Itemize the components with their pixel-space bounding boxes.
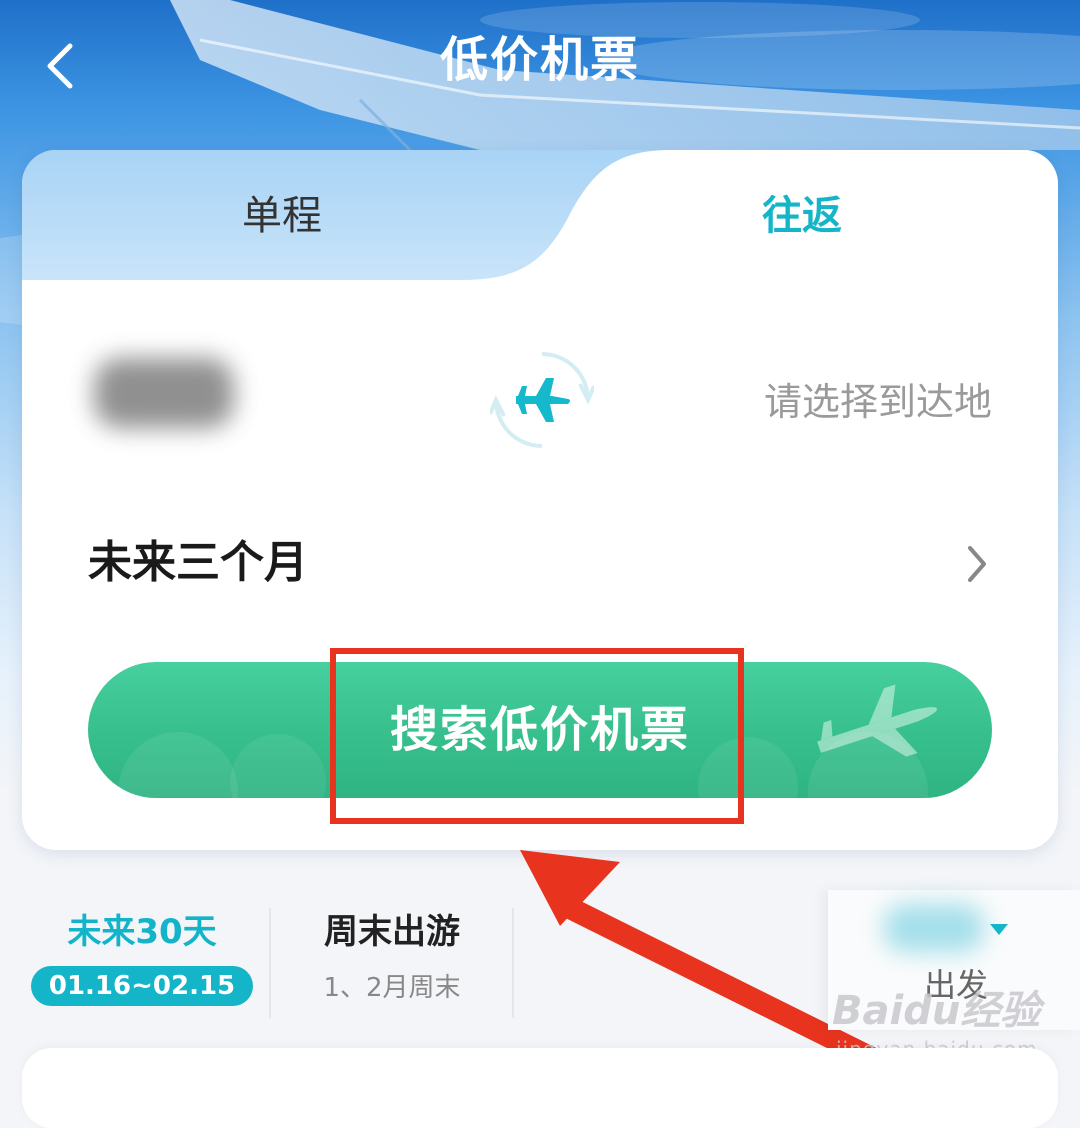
date-range-badge: 01.16~02.15 bbox=[30, 966, 254, 1006]
chevron-right-icon bbox=[968, 546, 986, 582]
date-range-selector[interactable]: 未来三个月 bbox=[88, 528, 992, 598]
bottom-card bbox=[22, 1048, 1058, 1128]
tab-one-way[interactable]: 单程 bbox=[82, 184, 482, 248]
filter-weekend-trips[interactable]: 周末出游 1、2月周末 bbox=[272, 906, 512, 1008]
date-range-label: 未来三个月 bbox=[88, 537, 308, 588]
airplane-swap-icon bbox=[488, 352, 596, 448]
annotation-highlight-box bbox=[330, 648, 744, 824]
divider bbox=[512, 908, 514, 1018]
origin-city-blurred[interactable] bbox=[94, 358, 234, 428]
page-title: 低价机票 bbox=[439, 32, 640, 88]
caret-down-icon bbox=[990, 924, 1008, 935]
departure-city-blurred bbox=[884, 904, 984, 952]
divider bbox=[269, 908, 271, 1018]
tab-round-trip[interactable]: 往返 bbox=[602, 184, 1002, 248]
filter-next-30-days[interactable]: 未来30天 01.16~02.15 bbox=[30, 906, 254, 1006]
swap-route-button[interactable] bbox=[488, 348, 596, 452]
destination-select[interactable]: 请选择到达地 bbox=[764, 372, 992, 432]
